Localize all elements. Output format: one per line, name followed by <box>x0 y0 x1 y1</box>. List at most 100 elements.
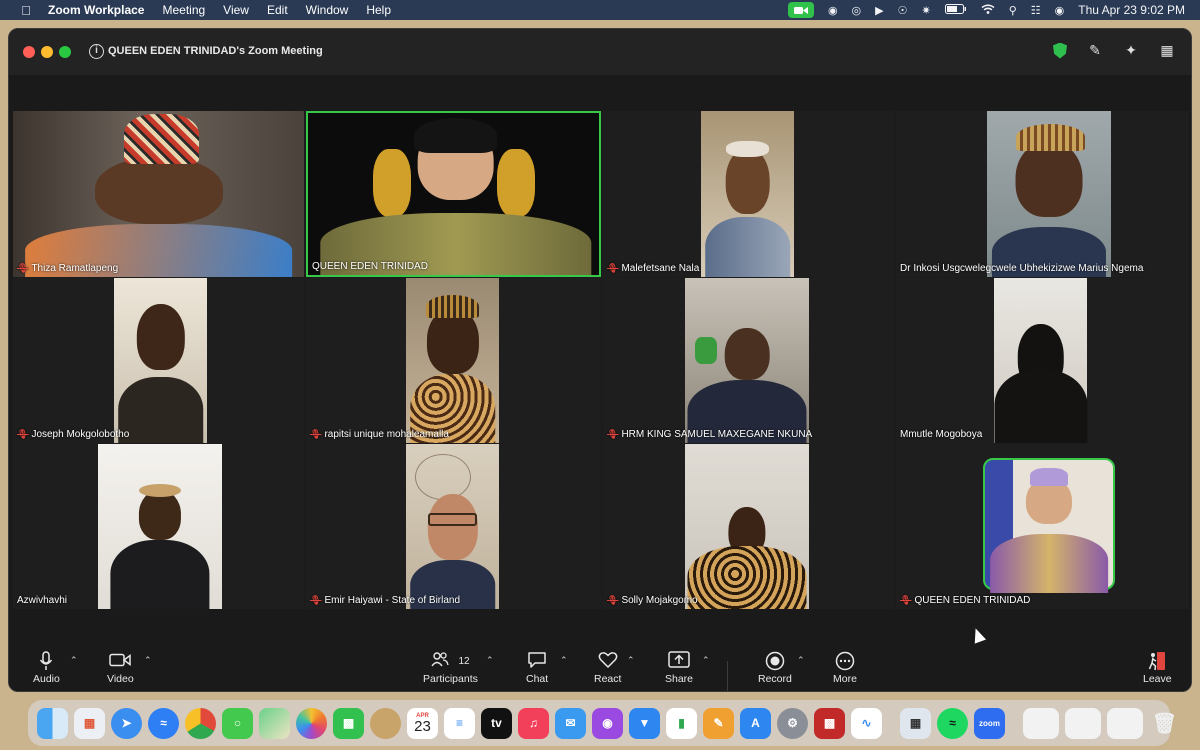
participant-tile[interactable]: Azwivhavhi <box>13 444 304 609</box>
trash-icon[interactable]: 🗑︎ <box>1149 708 1180 739</box>
participant-tile[interactable]: 🎙︎ rapitsi unique mohaleamalla <box>306 278 601 443</box>
bluetooth-icon[interactable]: ✷ <box>922 4 931 17</box>
menu-view[interactable]: View <box>223 3 249 17</box>
photos-icon[interactable] <box>296 707 327 739</box>
leave-button[interactable]: Leave <box>1143 651 1172 685</box>
recent-document-icon[interactable] <box>1107 707 1143 739</box>
mail-icon[interactable]: ✉ <box>555 707 586 739</box>
minimize-window-button[interactable] <box>41 46 53 58</box>
messenger-icon[interactable]: ≈ <box>148 707 179 739</box>
wifi-icon[interactable] <box>981 4 995 17</box>
recent-document-icon[interactable] <box>1065 707 1101 739</box>
participant-tile[interactable]: 🎙︎ Joseph Mokgolobotho <box>13 278 304 443</box>
zoom-app-icon[interactable]: zoom <box>974 707 1005 739</box>
menu-window[interactable]: Window <box>306 3 349 17</box>
calendar-day: 23 <box>414 717 431 735</box>
record-icon <box>765 651 785 673</box>
view-grid-icon[interactable]: ▦ <box>1159 42 1175 59</box>
menu-help[interactable]: Help <box>366 3 391 17</box>
seal-app-icon[interactable] <box>370 707 401 739</box>
app-store-icon[interactable]: A <box>740 707 771 739</box>
share-button[interactable]: Share <box>665 651 693 685</box>
zoom-tray-icon[interactable]: ◉ <box>828 4 838 17</box>
clock[interactable]: Thu Apr 23 9:02 PM <box>1078 3 1185 17</box>
battery-icon[interactable] <box>944 3 967 17</box>
preview-icon[interactable]: ▦ <box>900 707 931 739</box>
participant-tile-active[interactable]: QUEEN EDEN TRINIDAD <box>306 111 601 277</box>
participant-video <box>308 113 599 275</box>
menu-edit[interactable]: Edit <box>267 3 288 17</box>
participant-video <box>406 278 499 443</box>
meeting-controls: Audio ⌃ Video ⌃ 12 Participants ⌃ Chat ⌃ <box>9 625 1191 691</box>
participant-tile[interactable]: 🎙︎ Emir Haiyawi - State of Birland <box>306 444 601 609</box>
chrome-icon[interactable] <box>185 707 216 739</box>
calendar-icon[interactable]: APR 23 <box>407 707 438 739</box>
participants-button[interactable]: 12 Participants <box>423 651 478 685</box>
security-shield-icon[interactable] <box>1053 42 1067 59</box>
chat-options-caret-icon[interactable]: ⌃ <box>560 655 568 666</box>
safari-icon[interactable]: ➤ <box>111 707 142 739</box>
accessibility-icon[interactable]: ☉ <box>898 4 908 17</box>
music-icon[interactable]: ♫ <box>518 707 549 739</box>
participant-video <box>406 444 499 609</box>
participant-name: Thiza Ramatlapeng <box>31 263 119 274</box>
participants-options-caret-icon[interactable]: ⌃ <box>486 655 494 666</box>
chrome-tray-icon[interactable]: ◎ <box>852 4 862 17</box>
share-options-caret-icon[interactable]: ⌃ <box>702 655 710 666</box>
system-settings-icon[interactable]: ⚙ <box>777 707 808 739</box>
keynote-icon[interactable]: ▼ <box>629 707 660 739</box>
facetime-icon[interactable]: ▩ <box>333 707 364 739</box>
react-button[interactable]: React <box>594 651 621 685</box>
participant-tile[interactable]: 🎙︎ Thiza Ramatlapeng <box>13 111 304 277</box>
participant-tile[interactable]: 🎙︎ Malefetsane Nala <box>603 111 894 277</box>
participant-tile[interactable]: 🎙︎ HRM KING SAMUEL MAXEGANE NKUNA <box>603 278 894 443</box>
audio-options-caret-icon[interactable]: ⌃ <box>70 655 78 666</box>
share-screen-icon <box>668 651 690 673</box>
play-tray-icon[interactable]: ▶ <box>875 4 883 17</box>
react-options-caret-icon[interactable]: ⌃ <box>627 655 635 666</box>
more-button[interactable]: More <box>833 651 857 685</box>
pages-icon[interactable]: ✎ <box>703 707 734 739</box>
record-options-caret-icon[interactable]: ⌃ <box>797 655 805 666</box>
messages-icon[interactable]: ○ <box>222 707 253 739</box>
maps-icon[interactable] <box>259 707 290 739</box>
numbers-icon[interactable]: ▮ <box>666 707 697 739</box>
control-center-icon[interactable]: ☷ <box>1031 4 1041 17</box>
search-icon[interactable]: ⚲ <box>1009 4 1017 17</box>
muted-mic-icon: 🎙︎ <box>17 263 29 273</box>
photo-booth-icon[interactable]: ▩ <box>814 707 845 739</box>
apple-tv-icon[interactable]: tv <box>481 707 512 739</box>
participant-tile[interactable]: Dr Inkosi Usgcwelegcwele Ubhekizizwe Mar… <box>896 111 1189 277</box>
muted-mic-icon: 🎙︎ <box>900 595 912 605</box>
siri-icon[interactable]: ◉ <box>1055 4 1065 17</box>
audio-button[interactable]: Audio <box>33 651 60 685</box>
participant-video <box>685 278 809 443</box>
participant-name: HRM KING SAMUEL MAXEGANE NKUNA <box>621 429 813 440</box>
launchpad-icon[interactable]: ▦ <box>74 707 105 739</box>
participant-tile[interactable]: Mmutle Mogoboya <box>896 278 1189 443</box>
maximize-window-button[interactable] <box>59 46 71 58</box>
menu-app-name[interactable]: Zoom Workplace <box>48 3 144 17</box>
finder-icon[interactable] <box>37 707 68 739</box>
camera-status-icon[interactable] <box>787 2 814 18</box>
close-window-button[interactable] <box>23 46 35 58</box>
meeting-info-icon[interactable]: i <box>89 44 104 59</box>
record-button[interactable]: Record <box>758 651 792 685</box>
participant-tile[interactable]: 🎙︎ Solly Mojakgomo <box>603 444 894 609</box>
sparkle-ai-icon[interactable]: ✦ <box>1123 42 1139 59</box>
reminders-icon[interactable]: ≡ <box>444 707 475 739</box>
menu-meeting[interactable]: Meeting <box>162 3 205 17</box>
freeform-icon[interactable]: ∿ <box>851 707 882 739</box>
apple-icon[interactable]:  <box>18 3 34 18</box>
spotify-icon[interactable]: ≈ <box>937 707 968 739</box>
participant-tile[interactable]: 🎙︎ QUEEN EDEN TRINIDAD <box>896 444 1189 609</box>
participant-name: rapitsi unique mohaleamalla <box>324 429 449 440</box>
video-options-caret-icon[interactable]: ⌃ <box>144 655 152 666</box>
chat-button[interactable]: Chat <box>526 651 548 685</box>
video-button[interactable]: Video <box>107 651 134 685</box>
participant-video <box>994 278 1087 443</box>
recent-document-icon[interactable] <box>1023 707 1059 739</box>
podcasts-icon[interactable]: ◉ <box>592 707 623 739</box>
edit-pencil-icon[interactable]: ✎ <box>1087 42 1103 59</box>
chat-label: Chat <box>526 673 549 685</box>
